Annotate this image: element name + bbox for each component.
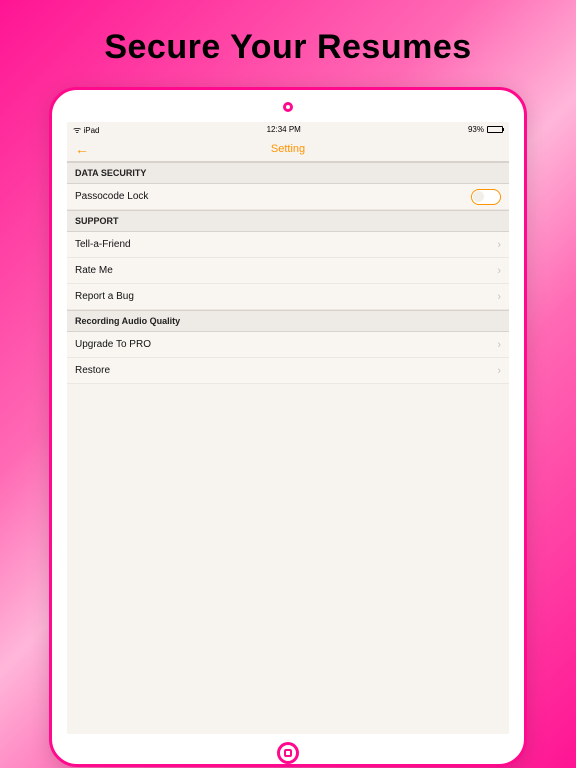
row-rate-me[interactable]: Rate Me › — [67, 258, 509, 284]
nav-bar: ← Setting — [67, 136, 509, 162]
battery-icon — [487, 126, 503, 133]
row-label: Passocode Lock — [75, 191, 148, 202]
status-bar: ᯤ iPad 12:34 PM 93% — [67, 122, 509, 136]
ipad-frame: ᯤ iPad 12:34 PM 93% ← Setting DATA SECUR… — [49, 87, 527, 767]
home-square-icon — [284, 749, 292, 757]
wifi-icon: ᯤ — [73, 125, 81, 135]
row-tell-a-friend[interactable]: Tell-a-Friend › — [67, 232, 509, 258]
status-time: 12:34 PM — [267, 125, 301, 134]
row-label: Upgrade To PRO — [75, 339, 151, 350]
row-label: Tell-a-Friend — [75, 239, 131, 250]
row-passcode-lock[interactable]: Passocode Lock — [67, 184, 509, 210]
status-right: 93% — [468, 125, 503, 134]
empty-area — [67, 384, 509, 734]
row-report-a-bug[interactable]: Report a Bug › — [67, 284, 509, 310]
home-button[interactable] — [277, 742, 299, 764]
device-label: iPad — [83, 126, 99, 135]
camera-icon — [283, 102, 293, 112]
section-support: SUPPORT — [67, 210, 509, 232]
marketing-headline: Secure Your Resumes — [104, 28, 471, 67]
passcode-toggle[interactable] — [471, 189, 501, 205]
nav-title: Setting — [271, 143, 305, 155]
back-button[interactable]: ← — [75, 141, 89, 157]
screen: ᯤ iPad 12:34 PM 93% ← Setting DATA SECUR… — [67, 122, 509, 734]
chevron-right-icon: › — [497, 265, 501, 277]
row-label: Report a Bug — [75, 291, 134, 302]
row-label: Rate Me — [75, 265, 113, 276]
battery-pct: 93% — [468, 125, 484, 134]
row-restore[interactable]: Restore › — [67, 358, 509, 384]
section-data-security: DATA SECURITY — [67, 162, 509, 184]
section-recording-audio-quality: Recording Audio Quality — [67, 310, 509, 332]
chevron-right-icon: › — [497, 365, 501, 377]
toggle-knob — [473, 191, 484, 202]
row-label: Restore — [75, 365, 110, 376]
chevron-right-icon: › — [497, 291, 501, 303]
status-device: ᯤ iPad — [73, 123, 99, 136]
chevron-right-icon: › — [497, 239, 501, 251]
chevron-right-icon: › — [497, 339, 501, 351]
row-upgrade-to-pro[interactable]: Upgrade To PRO › — [67, 332, 509, 358]
